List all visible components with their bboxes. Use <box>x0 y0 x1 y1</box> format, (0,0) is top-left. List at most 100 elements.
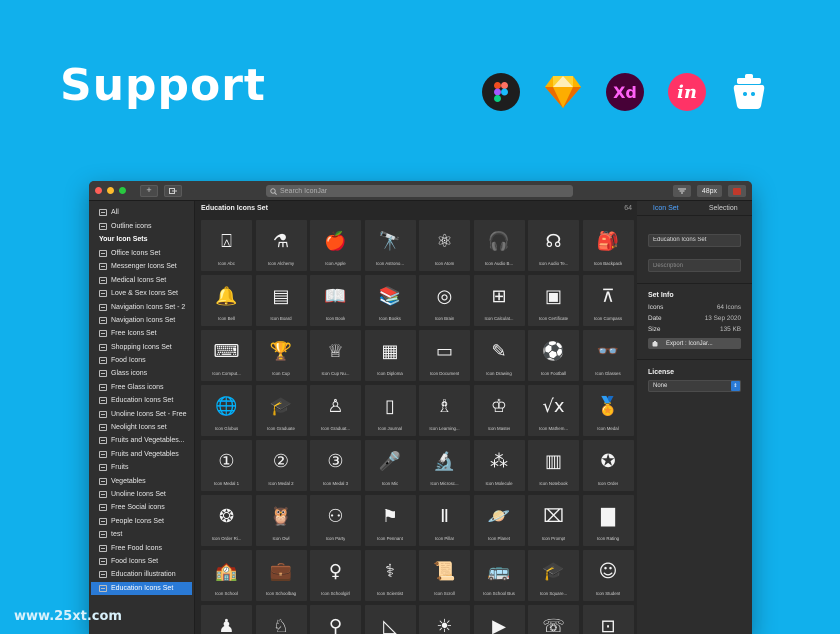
sidebar-item-set[interactable]: Vegetables <box>89 474 194 487</box>
zoom-window-button[interactable] <box>119 187 126 194</box>
search-input[interactable] <box>280 187 560 195</box>
sidebar-item-set[interactable]: Education Icons Set <box>91 581 192 595</box>
icon-tile[interactable]: ⌧ Icon Prompt <box>528 495 579 546</box>
icon-tile[interactable]: ♗ Icon Learning... <box>419 385 470 436</box>
icon-tile[interactable]: 📖 Icon Book <box>310 275 361 326</box>
sidebar-item-set[interactable]: Messenger Icons Set <box>89 260 194 273</box>
sidebar-item-set[interactable]: Neolight Icons set <box>89 421 194 434</box>
icon-tile[interactable]: 👓 Icon Glasses <box>582 330 634 381</box>
sidebar-item-set[interactable]: Fruits and Vegetables <box>89 448 194 461</box>
sidebar-item-set[interactable]: Shopping Icons Set <box>89 341 194 354</box>
icon-tile[interactable]: 📜 Icon Scroll <box>419 550 470 601</box>
icon-tile[interactable]: ⊡Icon White B... <box>582 605 634 634</box>
icon-tile[interactable]: 🎤 Icon Mic <box>364 440 416 491</box>
license-select[interactable]: None ⇕ <box>648 380 741 392</box>
sidebar-item-set[interactable]: Free Food Icons <box>89 541 194 554</box>
icon-tile[interactable]: Ⅱ Icon Pillar <box>419 495 470 546</box>
sidebar-item-set[interactable]: Fruits <box>89 461 194 474</box>
tab-selection[interactable]: Selection <box>695 201 753 215</box>
icon-tile[interactable]: ☀Icon Triumph... <box>419 605 470 634</box>
icon-tile[interactable]: ❂ Icon Order Ri... <box>201 495 252 546</box>
icon-tile[interactable]: ③ Icon Medal 3 <box>310 440 361 491</box>
icon-tile[interactable]: ♀ Icon Schoolgirl <box>310 550 361 601</box>
icon-tile[interactable]: ⚑ Icon Pennant <box>364 495 416 546</box>
sidebar-item-set[interactable]: Free Glass icons <box>89 381 194 394</box>
sidebar-item-set[interactable]: People Icons Set <box>89 515 194 528</box>
icon-tile[interactable]: ☺ Icon Student <box>582 550 634 601</box>
icon-tile[interactable]: ♕ Icon Cup Nu... <box>310 330 361 381</box>
icon-tile[interactable]: ☊ Icon Audio Te... <box>528 220 579 271</box>
set-name-field[interactable] <box>648 233 741 247</box>
minimize-window-button[interactable] <box>107 187 114 194</box>
sidebar-item-set[interactable]: Fruits and Vegetables... <box>89 434 194 447</box>
icon-tile[interactable]: 🔭 Icon Astrono... <box>364 220 416 271</box>
icon-tile[interactable]: ▣ Icon Certificate <box>528 275 579 326</box>
icon-tile[interactable]: 🎒 Icon Backpack <box>582 220 634 271</box>
icon-tile[interactable]: ♙ Icon Graduat... <box>310 385 361 436</box>
search-bar[interactable] <box>266 185 573 197</box>
sidebar-item-set[interactable]: Navigation Icons Set - 2 <box>89 300 194 313</box>
sidebar-item-set[interactable]: Navigation Icons Set <box>89 314 194 327</box>
sidebar-item-set[interactable]: Glass icons <box>89 367 194 380</box>
icon-tile[interactable]: ◺Icon Triangle <box>364 605 416 634</box>
sidebar-item-top[interactable]: All <box>89 206 194 219</box>
sidebar-item-set[interactable]: Free Icons Set <box>89 327 194 340</box>
import-button[interactable] <box>164 184 182 197</box>
icon-tile[interactable]: ▶Icon Video C... <box>473 605 525 634</box>
tab-icon-set[interactable]: Icon Set <box>637 201 695 215</box>
sidebar-item-set[interactable]: Office Icons Set <box>89 247 194 260</box>
icon-tile[interactable]: 🌐 Icon Globus <box>201 385 252 436</box>
icon-tile[interactable]: ▦ Icon Diploma <box>364 330 416 381</box>
icon-tile[interactable]: 🔔 Icon Bell <box>201 275 252 326</box>
icon-tile[interactable]: 🎓 Icon Graduate <box>255 385 307 436</box>
sidebar-item-set[interactable]: Food Icons Set <box>89 555 194 568</box>
sidebar-item-set[interactable]: Free Social icons <box>89 501 194 514</box>
icon-tile[interactable]: 🪐 Icon Planet <box>473 495 525 546</box>
icon-tile[interactable]: ✎ Icon Drawing <box>473 330 525 381</box>
sidebar-item-set[interactable]: Food Icons <box>89 354 194 367</box>
icon-tile[interactable]: ▇ Icon Rating <box>582 495 634 546</box>
icon-tile[interactable]: ⊼ Icon Compass <box>582 275 634 326</box>
sidebar-item-set[interactable]: Love & Sex Icons Set <box>89 287 194 300</box>
icon-tile[interactable]: ◎ Icon Brain <box>419 275 470 326</box>
icon-tile[interactable]: 💼 Icon Schoolbag <box>255 550 307 601</box>
icon-tile[interactable]: ⚲Icon Test Tub... <box>310 605 361 634</box>
filter-button[interactable] <box>672 185 691 197</box>
icon-tile[interactable]: ⁂ Icon Molecule <box>473 440 525 491</box>
icon-tile[interactable]: ▥ Icon Notebook <box>528 440 579 491</box>
icon-tile[interactable]: 🏅 Icon Medal <box>582 385 634 436</box>
icon-tile[interactable]: 🔬 Icon Microsc... <box>419 440 470 491</box>
sidebar-item-set[interactable]: Unoline Icons Set - Free <box>89 407 194 420</box>
icon-tile[interactable]: ▤ Icon Board <box>255 275 307 326</box>
icon-tile[interactable]: 🦉 Icon Owl <box>255 495 307 546</box>
icon-tile[interactable]: ✪ Icon Order <box>582 440 634 491</box>
icon-tile[interactable]: ▭ Icon Document <box>419 330 470 381</box>
sidebar-item-top[interactable]: Outline icons <box>89 219 194 232</box>
icon-tile[interactable]: ☏Icon Voice Tr... <box>528 605 579 634</box>
sidebar-item-set[interactable]: Education Icons Set <box>89 394 194 407</box>
sidebar-item-set[interactable]: Education illustration <box>89 568 194 581</box>
icon-tile[interactable]: ♟Icon Students <box>201 605 252 634</box>
close-window-button[interactable] <box>95 187 102 194</box>
icon-tile[interactable]: ② Icon Medal 2 <box>255 440 307 491</box>
description-field[interactable] <box>648 259 741 272</box>
icon-tile[interactable]: ⚕ Icon Scientist <box>364 550 416 601</box>
icon-tile[interactable]: ⌨ Icon Comput... <box>201 330 252 381</box>
icon-size-button[interactable]: 48px <box>696 185 722 197</box>
icon-tile[interactable]: 📚 Icon Books <box>364 275 416 326</box>
icon-tile[interactable]: ♔ Icon Master <box>473 385 525 436</box>
sidebar-item-set[interactable]: test <box>89 528 194 541</box>
icon-tile[interactable]: 🚌 Icon School Bus <box>473 550 525 601</box>
icon-tile[interactable]: 🍎 Icon Apple <box>310 220 361 271</box>
icon-tile[interactable]: ① Icon Medal 1 <box>201 440 252 491</box>
icon-tile[interactable]: ▯ Icon Journal <box>364 385 416 436</box>
icon-tile[interactable]: 🏫 Icon School <box>201 550 252 601</box>
icon-tile[interactable]: ⚽ Icon Football <box>528 330 579 381</box>
icon-tile[interactable]: ⍓ Icon Abc <box>201 220 252 271</box>
icon-tile[interactable]: 🎧 Icon Audio B... <box>473 220 525 271</box>
add-set-button[interactable]: + <box>140 184 158 197</box>
icon-tile[interactable]: ⚛ Icon Atom <box>419 220 470 271</box>
sidebar-item-set[interactable]: Medical Icons Set <box>89 274 194 287</box>
icon-tile[interactable]: ♘Icon Teacher <box>255 605 307 634</box>
icon-tile[interactable]: 🏆 Icon Cup <box>255 330 307 381</box>
